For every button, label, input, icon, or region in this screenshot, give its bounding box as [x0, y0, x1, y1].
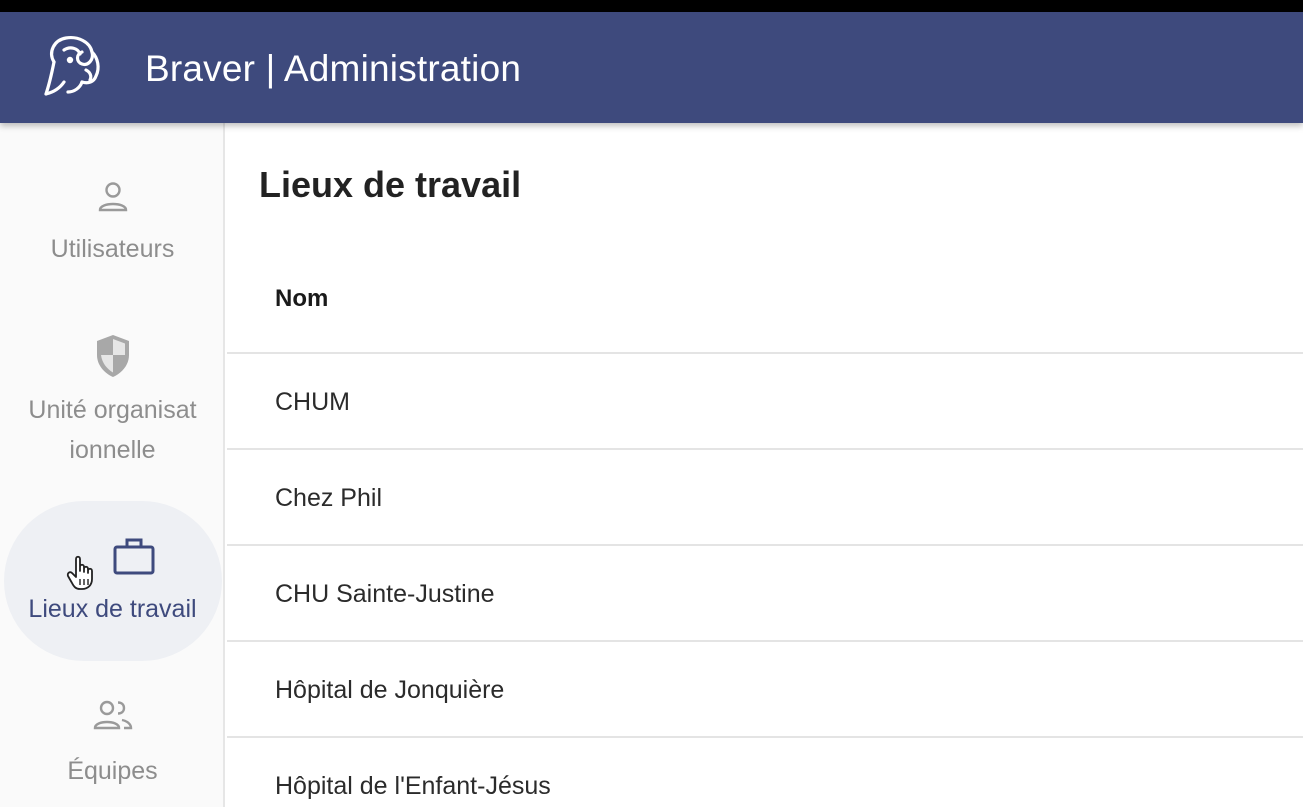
app-bar: Braver | Administration [0, 12, 1303, 123]
page-title: Lieux de travail [259, 164, 522, 205]
sidebar-item-unite-organisationnelle[interactable]: Unité organisat ionnelle [0, 323, 225, 473]
active-item-highlight [4, 501, 222, 661]
sidebar-item-label-line1: Unité organisat [28, 396, 197, 424]
person-icon [98, 182, 127, 212]
sidebar-item-equipes[interactable]: Équipes [0, 693, 225, 807]
group-icon [93, 700, 132, 730]
app-title: Braver | Administration [145, 48, 522, 89]
table-cell-nom: CHU Sainte-Justine [275, 580, 495, 608]
table-row[interactable]: Chez Phil [227, 448, 1303, 544]
ram-head-logo-icon[interactable] [40, 32, 106, 102]
window-top-strip [0, 0, 1303, 12]
shield-icon [96, 335, 129, 377]
main-content: Lieux de travail Nom CHUM Chez Phil CHU … [227, 123, 1303, 807]
table-row[interactable]: Hôpital de l'Enfant-Jésus [227, 736, 1303, 807]
sidebar-item-lieux-de-travail[interactable]: Lieux de travail [0, 501, 225, 661]
table-row[interactable]: CHUM [227, 352, 1303, 448]
table-cell-nom: CHUM [275, 388, 350, 416]
sidebar: Utilisateurs Unité organisat ionnelle Li… [0, 123, 225, 807]
table-cell-nom: Hôpital de Jonquière [275, 676, 505, 704]
table-row[interactable]: Hôpital de Jonquière [227, 640, 1303, 736]
hand-cursor-icon [66, 555, 93, 590]
sidebar-item-utilisateurs[interactable]: Utilisateurs [0, 163, 225, 273]
sidebar-item-label: Utilisateurs [50, 235, 175, 263]
table-cell-nom: Chez Phil [275, 484, 382, 512]
sidebar-item-label: Lieux de travail [28, 595, 197, 623]
sidebar-item-label-line2: ionnelle [69, 436, 156, 464]
column-header-nom[interactable]: Nom [275, 259, 328, 339]
table-cell-nom: Hôpital de l'Enfant-Jésus [275, 772, 551, 800]
sidebar-item-label: Équipes [67, 757, 158, 785]
briefcase-icon [113, 538, 155, 575]
table-row[interactable]: CHU Sainte-Justine [227, 544, 1303, 640]
